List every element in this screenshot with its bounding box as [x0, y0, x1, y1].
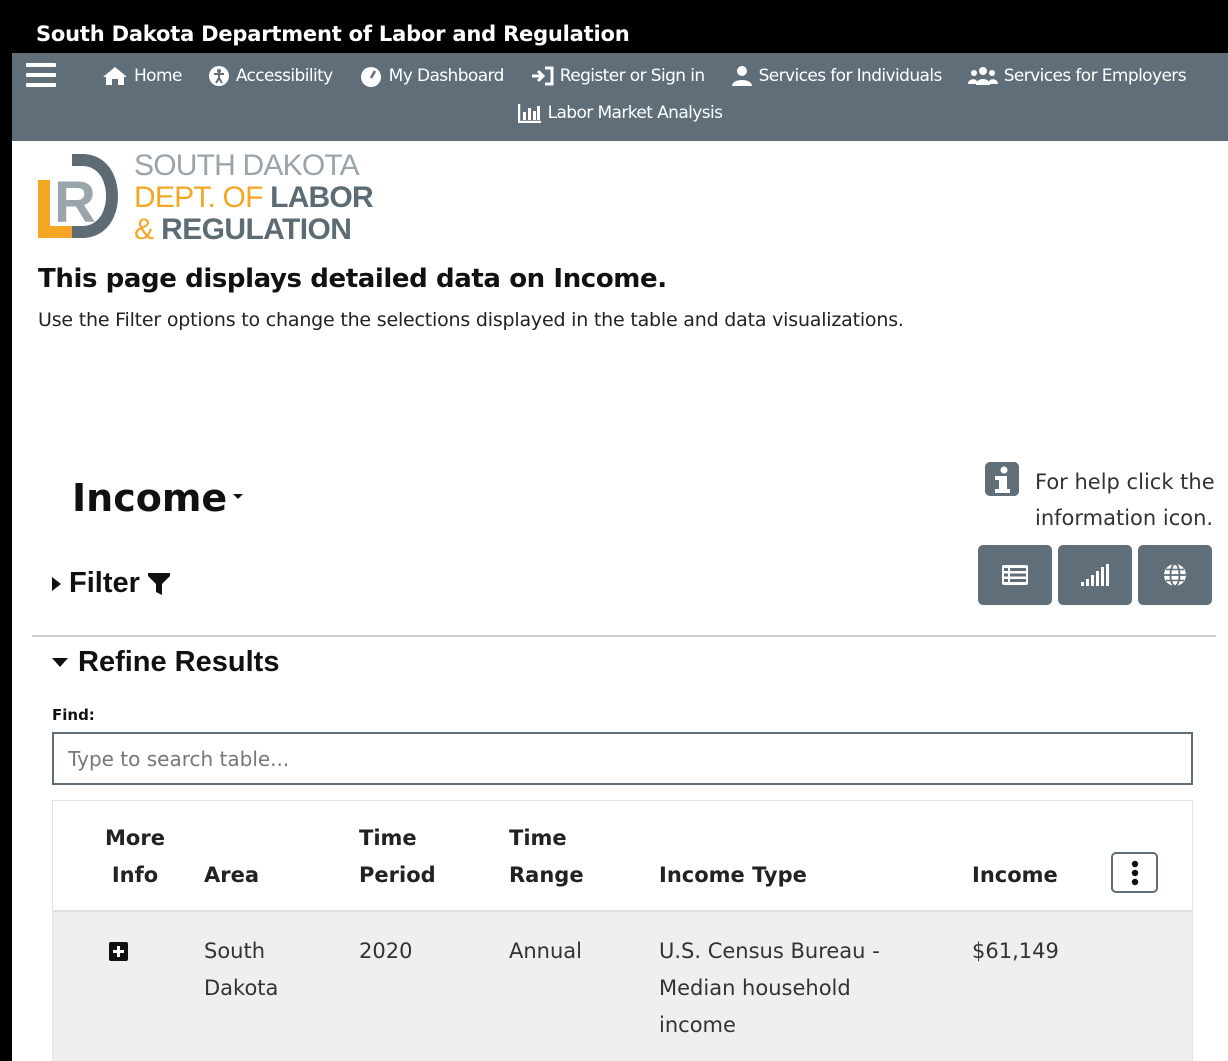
caret-down-icon: [52, 658, 68, 667]
chart-icon: [517, 104, 541, 123]
table-options-button[interactable]: [1111, 852, 1158, 893]
table-view-button[interactable]: [978, 545, 1052, 605]
nav-services-individuals[interactable]: Services for Individuals: [731, 65, 942, 87]
cell-income-type: U.S. Census Bureau - Median household in…: [659, 939, 880, 1037]
logo-line-3a: &: [134, 213, 154, 246]
refine-results-label: Refine Results: [78, 646, 280, 678]
kebab-menu-icon: [1131, 860, 1138, 885]
logo-line-2b: LABOR: [270, 181, 373, 214]
filter-label: Filter: [69, 567, 140, 599]
nav-home[interactable]: Home: [102, 65, 182, 87]
table-list-icon: [1002, 565, 1028, 585]
signal-bars-icon: [1081, 564, 1109, 586]
refine-results-toggle[interactable]: Refine Results: [52, 646, 279, 679]
site-title-bar: South Dakota Department of Labor and Reg…: [12, 10, 1228, 53]
logo-line-3b: REGULATION: [161, 213, 352, 246]
nav-my-dashboard[interactable]: My Dashboard: [359, 65, 504, 87]
table-header-row: More Info Area Time Period Time Range In…: [53, 801, 1192, 912]
col-header-time-period[interactable]: Time Period: [359, 820, 436, 894]
search-input[interactable]: [52, 732, 1193, 785]
site-title: South Dakota Department of Labor and Reg…: [36, 22, 630, 46]
accessibility-icon: [208, 66, 229, 86]
logo-line-2a: DEPT. OF: [134, 181, 263, 214]
section-divider: [32, 635, 1216, 637]
caret-down-icon: [233, 494, 244, 499]
nav-accessibility[interactable]: Accessibility: [208, 65, 333, 87]
dashboard-icon: [360, 67, 381, 87]
page-intro-text: Use the Filter options to change the sel…: [38, 309, 904, 331]
main-nav: Home Accessibility My Dashboard Register…: [12, 53, 1228, 141]
map-view-button[interactable]: [1138, 545, 1212, 605]
sign-in-icon: [531, 66, 554, 86]
home-icon: [103, 67, 127, 85]
expand-plus-icon[interactable]: [109, 942, 128, 961]
cell-area: South Dakota: [204, 939, 279, 1000]
cell-time-period: 2020: [359, 939, 413, 963]
income-table: More Info Area Time Period Time Range In…: [52, 800, 1193, 1061]
find-label: Find:: [52, 706, 95, 724]
page-heading: This page displays detailed data on Inco…: [38, 264, 667, 294]
filter-funnel-icon: [147, 572, 170, 595]
cell-income: $61,149: [972, 939, 1059, 963]
caret-right-icon: [52, 576, 61, 591]
topic-title: Income: [72, 476, 228, 520]
col-header-time-range[interactable]: Time Range: [509, 820, 584, 894]
svg-text:R: R: [54, 170, 96, 235]
col-header-more-info[interactable]: More Info: [90, 820, 180, 894]
logo-line-1: SOUTH DAKOTA: [134, 149, 360, 182]
col-header-income-type[interactable]: Income Type: [659, 857, 807, 894]
nav-services-employers[interactable]: Services for Employers: [967, 65, 1187, 87]
globe-icon: [1164, 563, 1186, 587]
topic-dropdown[interactable]: Income: [72, 476, 244, 520]
cell-time-range: Annual: [509, 939, 582, 963]
col-header-area[interactable]: Area: [204, 857, 259, 894]
user-icon: [731, 66, 752, 86]
help-text: For help click the information icon.: [1035, 470, 1215, 530]
chart-view-button[interactable]: [1058, 545, 1132, 605]
view-toggle-group: [978, 545, 1212, 605]
logo-mark: R: [38, 154, 118, 238]
table-body: South Dakota 2020 Annual U.S. Census Bur…: [53, 912, 1192, 1061]
information-icon[interactable]: [985, 462, 1019, 496]
hamburger-menu-icon[interactable]: [26, 63, 56, 87]
users-icon: [967, 67, 998, 85]
nav-labor-market-analysis[interactable]: Labor Market Analysis: [517, 103, 723, 123]
col-header-income[interactable]: Income: [972, 857, 1058, 894]
filter-toggle[interactable]: Filter: [52, 567, 170, 600]
nav-register-sign-in[interactable]: Register or Sign in: [530, 65, 705, 87]
